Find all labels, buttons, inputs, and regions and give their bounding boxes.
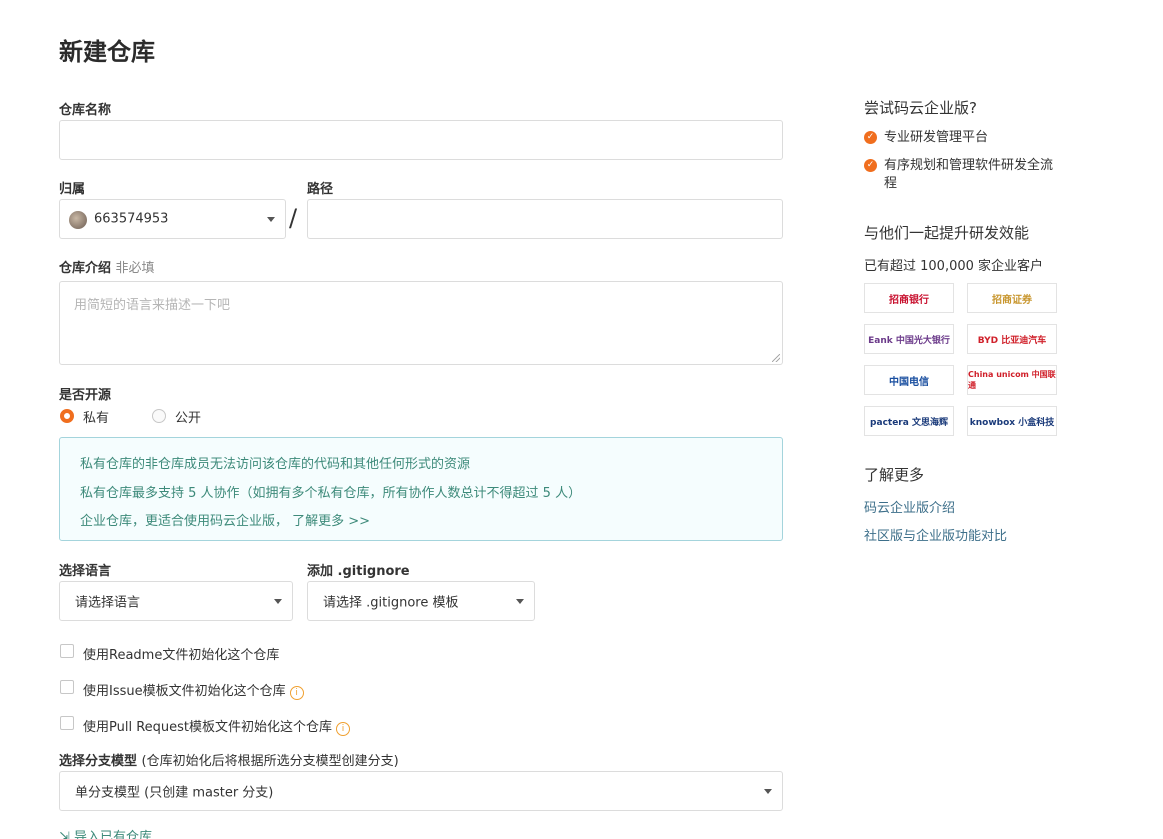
repo-name-input[interactable] (59, 120, 783, 160)
check-icon: ✓ (864, 131, 877, 144)
resize-handle[interactable] (772, 354, 780, 362)
page-title: 新建仓库 (59, 38, 155, 66)
language-value: 请选择语言 (75, 595, 141, 611)
logo-byd: BYD 比亚迪汽车 (967, 324, 1057, 354)
logo-ceb: Eank 中国光大银行 (864, 324, 954, 354)
repo-name-label: 仓库名称 (59, 103, 112, 118)
gitignore-label: 添加 .gitignore (307, 564, 410, 579)
language-label: 选择语言 (59, 564, 112, 579)
avatar (69, 211, 87, 229)
customers-count: 已有超过 100,000 家企业客户 (864, 259, 1044, 274)
together-title: 与他们一起提升研发效能 (864, 224, 1030, 242)
visibility-label: 是否开源 (59, 388, 112, 403)
issue-template-label[interactable]: 使用Issue模板文件初始化这个仓库 i (83, 680, 304, 700)
check-icon: ✓ (864, 159, 877, 172)
logo-cmbc-securities: 招商证券 (967, 283, 1057, 313)
import-repo-text: 导入已有仓库 (74, 830, 153, 839)
logo-pactera: pactera 文思海辉 (864, 406, 954, 436)
enterprise-intro-link[interactable]: 码云企业版介绍 (864, 497, 955, 516)
learn-more-title: 了解更多 (864, 466, 925, 484)
owner-value: 663574953 (94, 211, 169, 227)
info-icon[interactable]: i (289, 686, 304, 700)
private-repo-notice: 私有仓库的非仓库成员无法访问该仓库的代码和其他任何形式的资源 私有仓库最多支持 … (59, 437, 783, 541)
new-repo-page: 新建仓库 仓库名称 归属 路径 663574953 / 仓库介绍 非必填 用简短… (0, 0, 1163, 839)
owner-select[interactable]: 663574953 (59, 199, 286, 239)
notice-line-3-text: 企业仓库，更适合使用码云企业版， (80, 514, 289, 529)
import-icon: ⇲ (59, 830, 70, 839)
readme-checkbox-label[interactable]: 使用Readme文件初始化这个仓库 (83, 644, 279, 663)
logo-china-telecom: 中国电信 (864, 365, 954, 395)
gitignore-select[interactable]: 请选择 .gitignore 模板 (307, 581, 535, 621)
logo-china-unicom: China unicom 中国联通 (967, 365, 1057, 395)
enterprise-title: 尝试码云企业版? (864, 99, 977, 117)
notice-line-3: 企业仓库，更适合使用码云企业版， 了解更多 >> (80, 510, 370, 529)
path-input[interactable] (307, 199, 783, 239)
path-label: 路径 (307, 182, 334, 197)
feature-item: ✓ 专业研发管理平台 (864, 129, 1064, 147)
issue-template-label-text: 使用Issue模板文件初始化这个仓库 (83, 684, 286, 699)
logo-knowbox: knowbox 小盒科技 (967, 406, 1057, 436)
chevron-down-icon (267, 217, 275, 222)
import-repo-link[interactable]: ⇲ 导入已有仓库 (59, 826, 152, 839)
notice-line-2: 私有仓库最多支持 5 人协作（如拥有多个私有仓库，所有协作人数总计不得超过 5 … (80, 486, 582, 501)
edition-compare-link[interactable]: 社区版与企业版功能对比 (864, 525, 1007, 544)
description-placeholder: 用简短的语言来描述一下吧 (74, 298, 231, 313)
logo-cmb: 招商银行 (864, 283, 954, 313)
branch-model-select[interactable]: 单分支模型 (只创建 master 分支) (59, 771, 783, 811)
pr-template-label[interactable]: 使用Pull Request模板文件初始化这个仓库 i (83, 716, 351, 736)
radio-private-label[interactable]: 私有 (83, 407, 109, 426)
description-textarea[interactable]: 用简短的语言来描述一下吧 (59, 281, 783, 365)
radio-public-label[interactable]: 公开 (175, 407, 201, 426)
feature-item: ✓ 有序规划和管理软件研发全流程 (864, 157, 1064, 193)
chevron-down-icon (764, 789, 772, 794)
issue-template-checkbox[interactable] (60, 680, 74, 694)
notice-line-1: 私有仓库的非仓库成员无法访问该仓库的代码和其他任何形式的资源 (80, 457, 471, 472)
info-icon[interactable]: i (336, 722, 351, 736)
pr-template-label-text: 使用Pull Request模板文件初始化这个仓库 (83, 720, 333, 735)
radio-private[interactable] (60, 409, 74, 423)
radio-public[interactable] (152, 409, 166, 423)
owner-label: 归属 (59, 182, 86, 197)
pr-template-checkbox[interactable] (60, 716, 74, 730)
path-separator: / (289, 204, 298, 232)
description-label: 仓库介绍 非必填 (59, 257, 155, 276)
branch-model-label: 选择分支模型 (仓库初始化后将根据所选分支模型创建分支) (59, 750, 399, 769)
learn-more-link[interactable]: 了解更多 >> (292, 514, 370, 529)
gitignore-value: 请选择 .gitignore 模板 (323, 595, 459, 611)
branch-model-hint: (仓库初始化后将根据所选分支模型创建分支) (141, 754, 399, 769)
language-select[interactable]: 请选择语言 (59, 581, 293, 621)
chevron-down-icon (274, 599, 282, 604)
feature-text: 有序规划和管理软件研发全流程 (884, 158, 1054, 191)
branch-model-value: 单分支模型 (只创建 master 分支) (75, 785, 274, 801)
branch-model-label-text: 选择分支模型 (59, 754, 138, 769)
chevron-down-icon (516, 599, 524, 604)
description-label-text: 仓库介绍 (59, 261, 112, 276)
optional-tag: 非必填 (115, 261, 155, 276)
readme-checkbox[interactable] (60, 644, 74, 658)
feature-text: 专业研发管理平台 (884, 130, 989, 145)
